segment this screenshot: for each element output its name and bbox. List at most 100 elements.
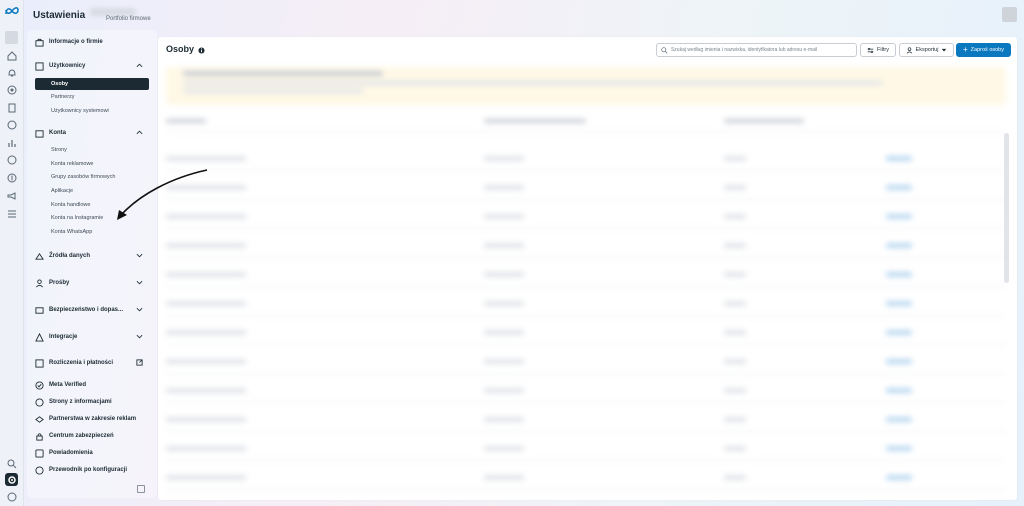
question-icon: [35, 465, 44, 475]
row-divider: [166, 199, 1006, 200]
sidebar-section-requests[interactable]: Prośby: [35, 276, 151, 290]
chevron-down-icon: [136, 252, 143, 259]
sidebar-section-integrations[interactable]: Integracje: [35, 330, 151, 344]
filters-button[interactable]: Filtry: [860, 43, 896, 57]
search-box[interactable]: [656, 43, 857, 57]
sidebar-item-partners[interactable]: Partnerzy: [35, 91, 149, 103]
placeholder-bar: [484, 417, 524, 422]
receipt-icon: [35, 358, 44, 368]
placeholder-bar: [724, 417, 746, 422]
placeholder-bar: [724, 156, 746, 161]
row-divider: [166, 460, 1006, 461]
sidebar-section-accounts[interactable]: Konta: [35, 126, 151, 140]
row-divider: [166, 257, 1006, 258]
help-icon[interactable]: [5, 490, 18, 503]
sidebar-item-whatsapp-accounts[interactable]: Konta WhatsApp: [35, 226, 149, 238]
search-input[interactable]: [670, 47, 856, 53]
sidebar-item-ad-accounts[interactable]: Konta reklamowe: [35, 158, 149, 170]
row-divider: [166, 286, 1006, 287]
placeholder-bar: [484, 214, 524, 219]
palette-icon[interactable]: [5, 118, 18, 131]
sidebar-item-ad-partnerships[interactable]: Partnerstwa w zakresie reklam: [35, 412, 151, 426]
search-icon[interactable]: [5, 457, 18, 470]
left-rail: [0, 0, 24, 506]
pages-icon[interactable]: [5, 101, 18, 114]
chat-icon[interactable]: [5, 153, 18, 166]
placeholder-bar: [724, 330, 746, 335]
sidebar-item-system-users[interactable]: Użytkownicy systemowi: [35, 105, 149, 117]
notification-icon: [35, 448, 44, 458]
sidebar-item-setup-guide[interactable]: Przewodnik po konfiguracji: [35, 463, 151, 477]
integrations-icon: [35, 332, 44, 342]
placeholder-bar: [166, 156, 246, 161]
menu-icon[interactable]: [5, 207, 18, 220]
row-divider: [166, 431, 1006, 432]
target-icon[interactable]: [5, 83, 18, 96]
chevron-down-icon: [136, 279, 143, 286]
placeholder-bar: [724, 185, 746, 190]
sidebar-section-users[interactable]: Użytkownicy: [35, 59, 151, 73]
megaphone-icon[interactable]: [5, 189, 18, 202]
placeholder-bar: [724, 214, 746, 219]
bell-icon[interactable]: [5, 66, 18, 79]
placeholder-bar: [166, 243, 246, 248]
export-person-icon: [906, 46, 912, 54]
placeholder-bar: [484, 330, 524, 335]
placeholder-bar: [166, 475, 246, 480]
users-icon: [35, 61, 44, 71]
placeholder-bar: [886, 388, 912, 393]
account-avatar-icon[interactable]: [5, 31, 18, 44]
home-icon[interactable]: [5, 49, 18, 62]
meta-logo-icon[interactable]: [4, 6, 20, 18]
sidebar-item-info-pages[interactable]: Strony z informacjami: [35, 395, 151, 409]
placeholder-bar: [724, 301, 746, 306]
bar-chart-icon[interactable]: [5, 136, 18, 149]
sidebar-section-data-sources[interactable]: Źródła danych: [35, 249, 151, 263]
sidebar-item-billing[interactable]: Rozliczenia i płatności: [35, 356, 151, 370]
portfolio-name-blurred: [90, 8, 136, 16]
dollar-icon[interactable]: [5, 171, 18, 184]
sidebar-item-instagram-accounts[interactable]: Konta na Instagramie: [35, 212, 149, 224]
info-icon[interactable]: [198, 46, 205, 54]
sidebar-item-security-center[interactable]: Centrum zabezpieczeń: [35, 429, 151, 443]
user-avatar[interactable]: [1002, 7, 1017, 22]
collapse-sidebar-icon[interactable]: [137, 485, 145, 493]
invite-people-button[interactable]: + Zaproś osoby: [956, 43, 1011, 57]
scrollbar[interactable]: [1004, 133, 1009, 283]
sidebar-item-meta-verified[interactable]: Meta Verified: [35, 378, 151, 392]
external-link-icon: [136, 359, 143, 366]
settings-gear-icon[interactable]: [5, 473, 18, 486]
placeholder-bar: [886, 156, 912, 161]
placeholder-bar: [724, 475, 746, 480]
data-sources-icon: [35, 252, 44, 261]
placeholder-bar: [166, 214, 246, 219]
sidebar-section-security[interactable]: Bezpieczeństwo i dopas...: [35, 303, 151, 317]
sidebar-item-apps[interactable]: Aplikacje: [35, 185, 149, 197]
sidebar-item-company-info[interactable]: Informacje o firmie: [35, 35, 151, 49]
placeholder-bar: [166, 272, 246, 277]
placeholder-bar: [724, 243, 746, 248]
placeholder-bar: [166, 301, 246, 306]
sidebar-item-asset-groups[interactable]: Grupy zasobów firmowych: [35, 171, 149, 183]
placeholder-bar: [166, 446, 246, 451]
placeholder-bar: [484, 475, 524, 480]
placeholder-bar: [724, 272, 746, 277]
placeholder-bar: [166, 330, 246, 335]
chevron-up-icon: [136, 62, 143, 69]
verified-badge-icon: [35, 380, 44, 390]
placeholder-bar: [166, 185, 246, 190]
export-button[interactable]: Eksportuj: [899, 43, 954, 57]
row-divider: [166, 344, 1006, 345]
sidebar-item-people[interactable]: Osoby: [35, 78, 149, 90]
placeholder-bar: [886, 272, 912, 277]
placeholder-bar: [166, 359, 246, 364]
sidebar-item-notifications[interactable]: Powiadomienia: [35, 446, 151, 460]
placeholder-bar: [484, 272, 524, 277]
sidebar-item-commerce-accounts[interactable]: Konta handlowe: [35, 199, 149, 211]
placeholder-bar: [886, 359, 912, 364]
sidebar-item-pages[interactable]: Strony: [35, 144, 149, 156]
placeholder-bar: [484, 388, 524, 393]
placeholder-bar: [484, 243, 524, 248]
placeholder-bar: [886, 330, 912, 335]
folder-icon: [35, 129, 44, 138]
